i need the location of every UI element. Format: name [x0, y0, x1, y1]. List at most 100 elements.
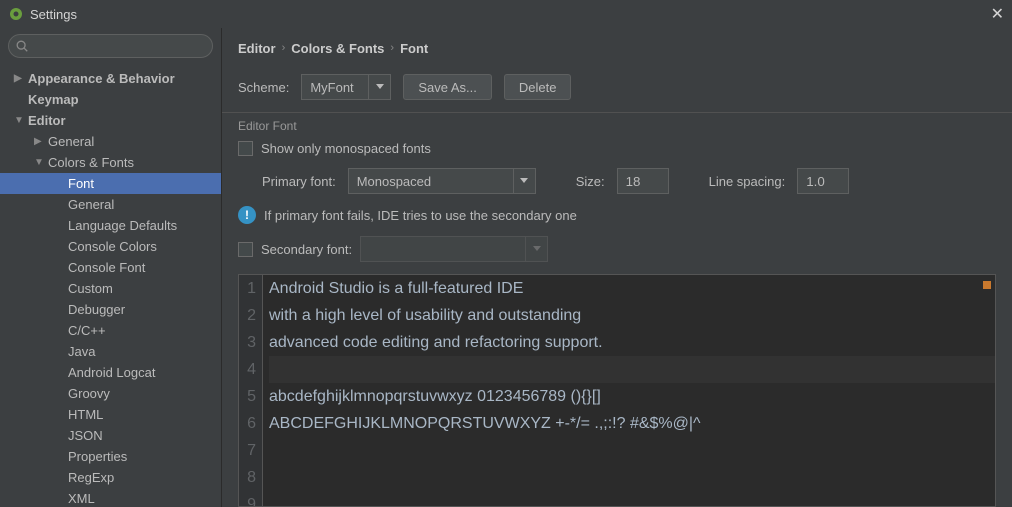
tree-item[interactable]: HTML — [0, 404, 221, 425]
tree-item-label: Android Logcat — [68, 365, 155, 380]
code-line: advanced code editing and refactoring su… — [269, 329, 995, 356]
scheme-value: MyFont — [302, 80, 368, 95]
tree-item[interactable]: ▶General — [0, 131, 221, 152]
tree-item-label: C/C++ — [68, 323, 106, 338]
tree-item[interactable]: Android Logcat — [0, 362, 221, 383]
gutter-line: 5 — [239, 383, 256, 410]
breadcrumb-part[interactable]: Editor — [238, 41, 276, 56]
tree-item[interactable]: General — [0, 194, 221, 215]
delete-button[interactable]: Delete — [504, 74, 572, 100]
chevron-down-icon — [513, 169, 535, 193]
save-as-button[interactable]: Save As... — [403, 74, 492, 100]
primary-font-dropdown[interactable]: Monospaced — [348, 168, 536, 194]
tree-item-label: Debugger — [68, 302, 125, 317]
code-line: ABCDEFGHIJKLMNOPQRSTUVWXYZ +-*/= .,;:!? … — [269, 410, 995, 437]
app-icon — [8, 6, 24, 22]
tree-item[interactable]: Console Colors — [0, 236, 221, 257]
gutter-line: 3 — [239, 329, 256, 356]
chevron-down-icon — [368, 75, 390, 99]
tree-item-label: Console Font — [68, 260, 145, 275]
tree-arrow-icon: ▶ — [14, 73, 24, 84]
tree-item[interactable]: C/C++ — [0, 320, 221, 341]
size-input[interactable] — [617, 168, 669, 194]
tree-item-label: Font — [68, 176, 94, 191]
breadcrumb-part[interactable]: Colors & Fonts — [291, 41, 384, 56]
primary-font-label: Primary font: — [262, 174, 336, 189]
tree-item-label: Appearance & Behavior — [28, 71, 175, 86]
settings-tree: ▶ Appearance & Behavior Keymap ▼Editor▶Gene… — [0, 64, 221, 507]
gutter-line: 2 — [239, 302, 256, 329]
close-icon[interactable]: ✕ — [991, 4, 1004, 24]
show-monospaced-label: Show only monospaced fonts — [261, 141, 431, 156]
secondary-font-checkbox[interactable] — [238, 242, 253, 257]
tree-item[interactable]: Console Font — [0, 257, 221, 278]
code-line: abcdefghijklmnopqrstuvwxyz 0123456789 ()… — [269, 383, 995, 410]
preview-gutter: 123456789 — [239, 275, 263, 506]
gutter-line: 4 — [239, 356, 256, 383]
tree-item[interactable]: ▶ Appearance & Behavior — [0, 68, 221, 89]
gutter-line: 8 — [239, 464, 256, 491]
code-line: with a high level of usability and outst… — [269, 302, 995, 329]
tree-item[interactable]: JSON — [0, 425, 221, 446]
code-line — [269, 437, 995, 464]
scheme-label: Scheme: — [238, 80, 289, 95]
tree-item-label: General — [48, 134, 94, 149]
code-line — [269, 356, 995, 383]
search-icon — [15, 39, 29, 53]
chevron-down-icon — [525, 237, 547, 261]
search-input[interactable] — [8, 34, 213, 58]
tree-item-label: Java — [68, 344, 95, 359]
titlebar: Settings ✕ — [0, 0, 1012, 28]
line-spacing-input[interactable] — [797, 168, 849, 194]
tree-item-label: JSON — [68, 428, 103, 443]
info-icon: ! — [238, 206, 256, 224]
tree-item[interactable]: Groovy — [0, 383, 221, 404]
code-line — [269, 491, 995, 507]
breadcrumb: Editor › Colors & Fonts › Font — [222, 28, 1012, 62]
tree-item[interactable]: XML — [0, 488, 221, 507]
secondary-font-dropdown[interactable] — [360, 236, 548, 262]
preview-marker — [983, 281, 991, 289]
gutter-line: 1 — [239, 275, 256, 302]
breadcrumb-sep: › — [390, 42, 394, 54]
size-label: Size: — [576, 174, 605, 189]
tree-item-label: Properties — [68, 449, 127, 464]
code-line — [269, 464, 995, 491]
tree-item-label: Keymap — [28, 92, 79, 107]
tree-item-label: Console Colors — [68, 239, 157, 254]
line-spacing-label: Line spacing: — [709, 174, 786, 189]
scheme-dropdown[interactable]: MyFont — [301, 74, 391, 100]
tree-item-label: Colors & Fonts — [48, 155, 134, 170]
tree-item-label: General — [68, 197, 114, 212]
sidebar: ▶ Appearance & Behavior Keymap ▼Editor▶Gene… — [0, 28, 222, 507]
tree-item-label: Custom — [68, 281, 113, 296]
tree-arrow-icon: ▼ — [14, 115, 24, 126]
font-preview: 123456789 Android Studio is a full-featu… — [238, 274, 996, 507]
tree-item-label: HTML — [68, 407, 103, 422]
breadcrumb-part: Font — [400, 41, 428, 56]
tree-item-label: XML — [68, 491, 95, 506]
show-monospaced-checkbox[interactable] — [238, 141, 253, 156]
tree-item[interactable]: Java — [0, 341, 221, 362]
gutter-line: 6 — [239, 410, 256, 437]
tree-item[interactable]: Debugger — [0, 299, 221, 320]
tree-arrow-icon: ▼ — [34, 157, 44, 168]
secondary-font-label: Secondary font: — [261, 242, 352, 257]
tree-item[interactable]: Font — [0, 173, 221, 194]
gutter-line: 9 — [239, 491, 256, 507]
tree-item[interactable]: ▼Editor — [0, 110, 221, 131]
editor-font-section: Editor Font — [222, 113, 1012, 135]
primary-font-value: Monospaced — [349, 174, 513, 189]
tree-item-label: Groovy — [68, 386, 110, 401]
tree-item[interactable]: Keymap — [0, 89, 221, 110]
tree-item-label: RegExp — [68, 470, 114, 485]
gutter-line: 7 — [239, 437, 256, 464]
tree-item[interactable]: RegExp — [0, 467, 221, 488]
code-line: Android Studio is a full-featured IDE — [269, 275, 995, 302]
tree-item[interactable]: Custom — [0, 278, 221, 299]
tree-item[interactable]: Language Defaults — [0, 215, 221, 236]
tree-item[interactable]: ▼ Colors & Fonts — [0, 152, 221, 173]
info-text: If primary font fails, IDE tries to use … — [264, 208, 577, 223]
tree-item[interactable]: Properties — [0, 446, 221, 467]
breadcrumb-sep: › — [282, 42, 286, 54]
